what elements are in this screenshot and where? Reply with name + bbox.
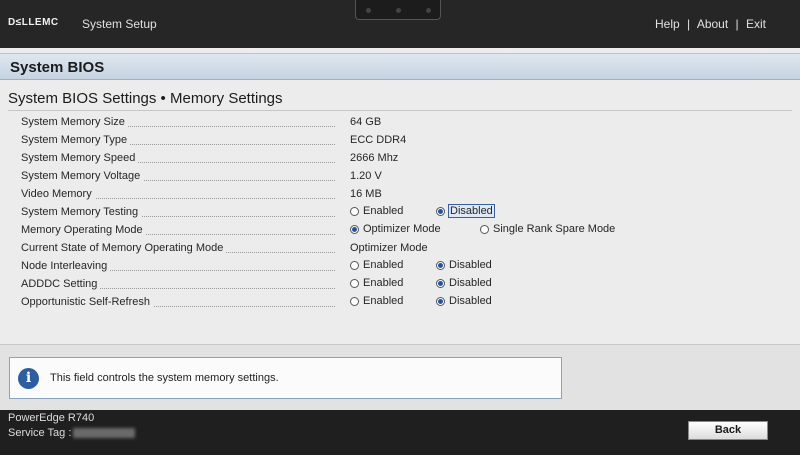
help-area: i This field controls the system memory …	[0, 344, 800, 410]
option-label: Enabled	[363, 259, 404, 271]
setting-label: Video Memory	[21, 188, 339, 200]
radio-on-icon	[436, 260, 445, 270]
radio-off-icon	[480, 224, 489, 234]
setting-label: Current State of Memory Operating Mode	[21, 242, 339, 254]
setting-row-memory-size: System Memory Size 64 GB	[0, 114, 800, 131]
setting-value: Optimizer Mode	[350, 242, 428, 254]
help-box: i This field controls the system memory …	[9, 357, 562, 399]
setting-row-adddc: ADDDC Setting Enabled Disabled	[0, 276, 800, 293]
page-title: System BIOS Settings • Memory Settings	[8, 90, 283, 107]
adddc-enabled-radio[interactable]: Enabled	[350, 277, 403, 289]
setting-row-memory-testing: System Memory Testing Enabled Disabled	[0, 204, 800, 221]
nav-separator: |	[735, 17, 739, 31]
setting-value: 64 GB	[350, 116, 382, 128]
option-label: Disabled	[448, 204, 495, 218]
option-label: Disabled	[449, 259, 492, 271]
radio-on-icon	[436, 296, 445, 306]
node-interleaving-disabled-radio[interactable]: Disabled	[436, 259, 492, 271]
option-label: Disabled	[449, 277, 492, 289]
setting-row-memory-voltage: System Memory Voltage 1.20 V	[0, 168, 800, 185]
exit-link[interactable]: Exit	[746, 17, 766, 31]
setting-label: Node Interleaving	[21, 260, 339, 272]
self-refresh-disabled-radio[interactable]: Disabled	[436, 295, 492, 307]
option-label: Disabled	[449, 295, 492, 307]
setting-row-node-interleaving: Node Interleaving Enabled Disabled	[0, 258, 800, 275]
top-bar: D≤LLEMC System Setup Help | About | Exit	[0, 0, 800, 48]
setting-row-memory-type: System Memory Type ECC DDR4	[0, 132, 800, 149]
service-tag-label: Service Tag :	[8, 427, 72, 439]
single-rank-spare-mode-radio[interactable]: Single Rank Spare Mode	[480, 223, 615, 235]
radio-off-icon	[350, 296, 359, 306]
setting-value: 16 MB	[350, 188, 382, 200]
main-panel: System BIOS System BIOS Settings • Memor…	[0, 48, 800, 410]
nav-separator: |	[687, 17, 691, 31]
setting-row-video-memory: Video Memory 16 MB	[0, 186, 800, 203]
redacted-service-tag	[73, 428, 136, 439]
radio-on-icon	[350, 224, 359, 234]
footer-bar: PowerEdge R740 Service Tag : Back	[0, 410, 800, 455]
option-label: Enabled	[363, 277, 404, 289]
setting-value: 2666 Mhz	[350, 152, 399, 164]
setting-row-memory-operating-mode: Memory Operating Mode Optimizer Mode Sin…	[0, 222, 800, 239]
setting-label: System Memory Speed	[21, 152, 339, 164]
setting-label: System Memory Type	[21, 134, 339, 146]
setting-label: ADDDC Setting	[21, 278, 339, 290]
option-label: Single Rank Spare Mode	[493, 223, 616, 235]
app-title: System Setup	[82, 17, 157, 31]
option-label: Enabled	[363, 205, 404, 217]
about-link[interactable]: About	[697, 17, 728, 31]
radio-off-icon	[350, 278, 359, 288]
radio-off-icon	[350, 206, 359, 216]
adddc-disabled-radio[interactable]: Disabled	[436, 277, 492, 289]
option-label: Optimizer Mode	[363, 223, 441, 235]
setting-row-memory-speed: System Memory Speed 2666 Mhz	[0, 150, 800, 167]
bezel-dot	[366, 8, 371, 13]
node-interleaving-enabled-radio[interactable]: Enabled	[350, 259, 403, 271]
section-header: System BIOS	[0, 53, 800, 80]
back-button[interactable]: Back	[688, 421, 768, 440]
dell-emc-logo: D≤LLEMC	[8, 17, 59, 28]
setting-row-current-memory-mode: Current State of Memory Operating Mode O…	[0, 240, 800, 257]
setting-label: Memory Operating Mode	[21, 224, 339, 236]
section-title: System BIOS	[10, 59, 105, 76]
radio-on-icon	[436, 206, 445, 216]
help-text: This field controls the system memory se…	[50, 372, 279, 384]
setting-label: Opportunistic Self-Refresh	[21, 296, 339, 308]
service-tag: Service Tag :	[8, 427, 136, 439]
info-icon: i	[18, 368, 39, 389]
radio-off-icon	[350, 260, 359, 270]
setting-label: System Memory Voltage	[21, 170, 339, 182]
system-model: PowerEdge R740	[8, 412, 95, 424]
memory-testing-disabled-radio[interactable]: Disabled	[436, 204, 495, 218]
bezel-dot	[426, 8, 431, 13]
self-refresh-enabled-radio[interactable]: Enabled	[350, 295, 403, 307]
memory-testing-enabled-radio[interactable]: Enabled	[350, 205, 403, 217]
radio-on-icon	[436, 278, 445, 288]
setting-label: System Memory Testing	[21, 206, 339, 218]
bezel-notch	[355, 0, 441, 20]
setting-value: ECC DDR4	[350, 134, 407, 146]
option-label: Enabled	[363, 295, 404, 307]
bezel-dot	[396, 8, 401, 13]
setting-label: System Memory Size	[21, 116, 339, 128]
help-link[interactable]: Help	[655, 17, 680, 31]
top-nav: Help | About | Exit	[655, 17, 766, 31]
setting-value: 1.20 V	[350, 170, 382, 182]
optimizer-mode-radio[interactable]: Optimizer Mode	[350, 223, 441, 235]
title-divider	[8, 110, 792, 111]
setting-row-self-refresh: Opportunistic Self-Refresh Enabled Disab…	[0, 294, 800, 311]
